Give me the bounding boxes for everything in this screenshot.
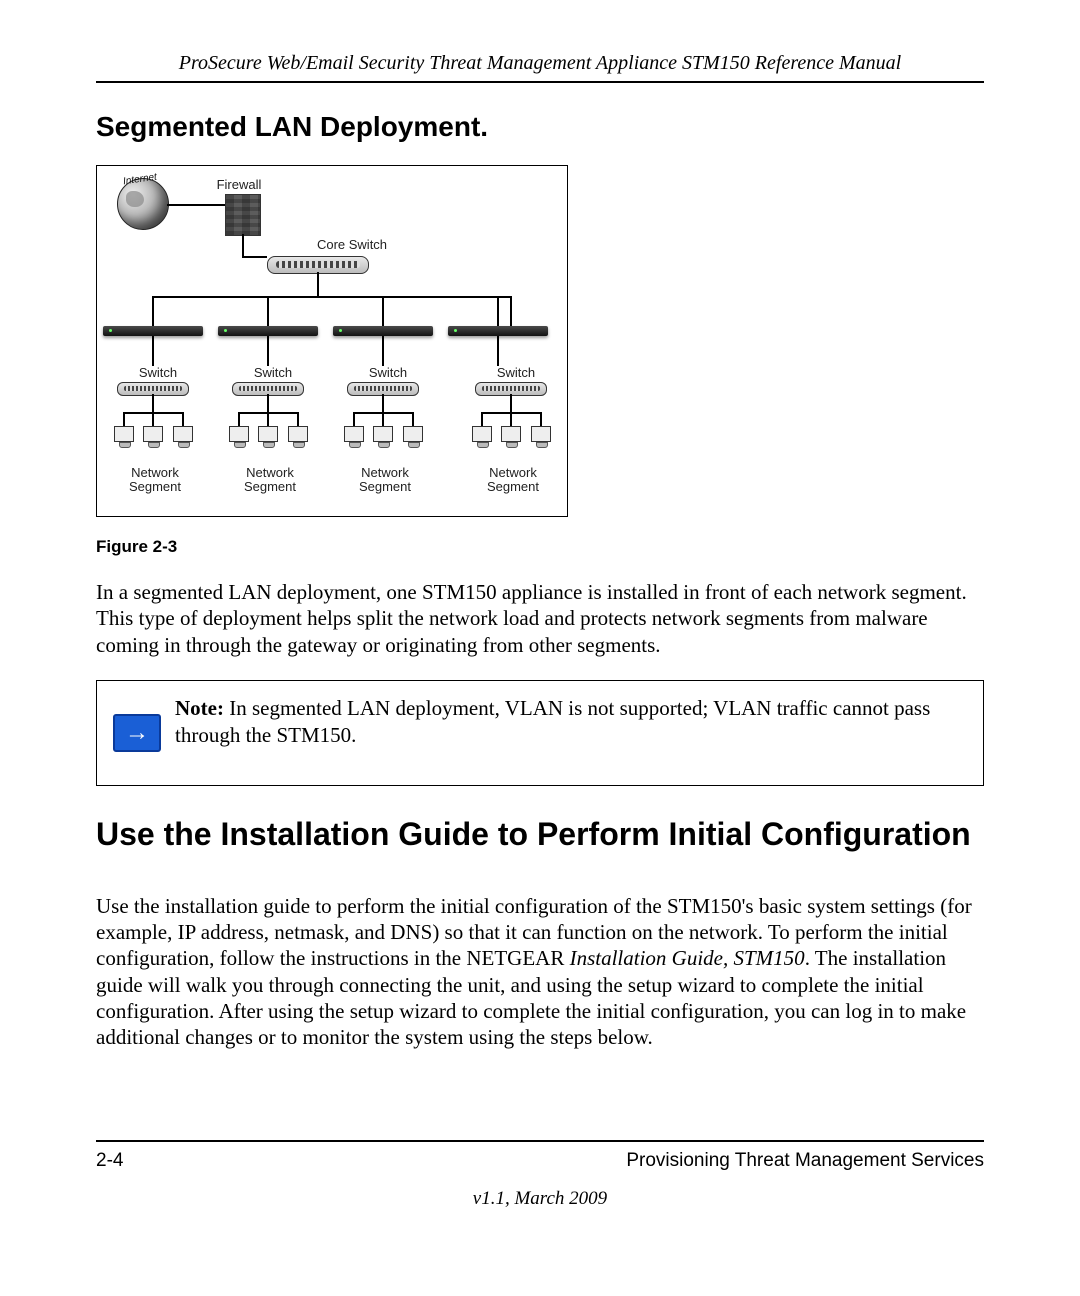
network-segment-label: Network Segment bbox=[475, 466, 551, 495]
connector-line bbox=[540, 412, 542, 426]
pc-icon bbox=[143, 426, 163, 442]
pc-icon bbox=[114, 426, 134, 442]
stm-appliance-icon bbox=[218, 326, 318, 336]
connector-line bbox=[242, 256, 267, 258]
section-heading-install-guide: Use the Installation Guide to Perform In… bbox=[96, 816, 984, 853]
connector-line bbox=[267, 336, 269, 366]
network-label-line2: Segment bbox=[129, 479, 181, 494]
stm-appliance-icon bbox=[103, 326, 203, 336]
footer-rule bbox=[96, 1140, 984, 1142]
note-icon-cell: → bbox=[107, 689, 175, 777]
install-body-italic: Installation Guide, STM150 bbox=[570, 946, 805, 970]
pc-icon bbox=[258, 426, 278, 442]
network-segment-label: Network Segment bbox=[232, 466, 308, 495]
connector-line bbox=[353, 412, 355, 426]
pc-icon bbox=[373, 426, 393, 442]
section-heading-segmented-lan: Segmented LAN Deployment. bbox=[96, 111, 984, 143]
page-footer: 2-4 Provisioning Threat Management Servi… bbox=[96, 1140, 984, 1210]
footer-version: v1.1, March 2009 bbox=[96, 1188, 984, 1210]
header-rule bbox=[96, 81, 984, 83]
connector-line bbox=[267, 412, 269, 426]
connector-line bbox=[152, 394, 154, 412]
connector-line bbox=[167, 204, 225, 206]
footer-page-number: 2-4 bbox=[96, 1150, 123, 1172]
switch-label: Switch bbox=[363, 366, 413, 380]
connector-line bbox=[267, 394, 269, 412]
network-segment-label: Network Segment bbox=[117, 466, 193, 495]
network-label-line1: Network bbox=[361, 465, 409, 480]
connector-line bbox=[152, 296, 512, 298]
connector-line bbox=[412, 412, 414, 426]
note-body: In segmented LAN deployment, VLAN is not… bbox=[175, 696, 930, 747]
connector-line bbox=[497, 336, 499, 366]
stm-appliance-icon bbox=[333, 326, 433, 336]
pc-icon bbox=[531, 426, 551, 442]
connector-line bbox=[152, 336, 154, 366]
switch-label: Switch bbox=[133, 366, 183, 380]
network-label-line1: Network bbox=[131, 465, 179, 480]
arrow-right-icon: → bbox=[113, 714, 161, 752]
connector-line bbox=[152, 412, 154, 426]
connector-line bbox=[510, 296, 512, 326]
note-label: Note: bbox=[175, 696, 224, 720]
network-label-line2: Segment bbox=[359, 479, 411, 494]
pc-icon bbox=[288, 426, 308, 442]
pc-icon bbox=[403, 426, 423, 442]
connector-line bbox=[297, 412, 299, 426]
document-page: ProSecure Web/Email Security Threat Mana… bbox=[0, 0, 1080, 1296]
connector-line bbox=[317, 272, 319, 296]
network-label-line2: Segment bbox=[487, 479, 539, 494]
network-label-line1: Network bbox=[489, 465, 537, 480]
connector-line bbox=[382, 296, 384, 326]
pc-icon bbox=[173, 426, 193, 442]
connector-line bbox=[510, 412, 512, 426]
network-label-line1: Network bbox=[246, 465, 294, 480]
switch-label: Switch bbox=[491, 366, 541, 380]
pc-icon bbox=[229, 426, 249, 442]
footer-chapter-title: Provisioning Threat Management Services bbox=[626, 1150, 984, 1172]
figure-2-3: Internet Firewall Core Switch Switch bbox=[96, 165, 984, 557]
connector-line bbox=[182, 412, 184, 426]
stm-appliance-icon bbox=[448, 326, 548, 336]
connector-line bbox=[510, 394, 512, 412]
segmented-lan-paragraph: In a segmented LAN deployment, one STM15… bbox=[96, 579, 984, 658]
switch-label: Switch bbox=[248, 366, 298, 380]
pc-icon bbox=[472, 426, 492, 442]
connector-line bbox=[481, 412, 483, 426]
note-box: → Note: In segmented LAN deployment, VLA… bbox=[96, 680, 984, 786]
connector-line bbox=[123, 412, 125, 426]
firewall-label: Firewall bbox=[209, 178, 269, 192]
pc-icon bbox=[344, 426, 364, 442]
install-guide-paragraph: Use the installation guide to perform th… bbox=[96, 893, 984, 1051]
connector-line bbox=[242, 234, 244, 256]
core-switch-label: Core Switch bbox=[307, 238, 397, 252]
network-label-line2: Segment bbox=[244, 479, 296, 494]
running-header: ProSecure Web/Email Security Threat Mana… bbox=[96, 52, 984, 75]
connector-line bbox=[238, 412, 240, 426]
figure-caption: Figure 2-3 bbox=[96, 537, 984, 557]
connector-line bbox=[497, 296, 499, 326]
network-diagram: Internet Firewall Core Switch Switch bbox=[96, 165, 568, 517]
connector-line bbox=[152, 296, 154, 326]
note-text: Note: In segmented LAN deployment, VLAN … bbox=[175, 689, 973, 777]
connector-line bbox=[382, 412, 384, 426]
connector-line bbox=[382, 394, 384, 412]
network-segment-label: Network Segment bbox=[347, 466, 423, 495]
pc-icon bbox=[501, 426, 521, 442]
firewall-icon bbox=[225, 194, 261, 236]
connector-line bbox=[382, 336, 384, 366]
connector-line bbox=[267, 296, 269, 326]
